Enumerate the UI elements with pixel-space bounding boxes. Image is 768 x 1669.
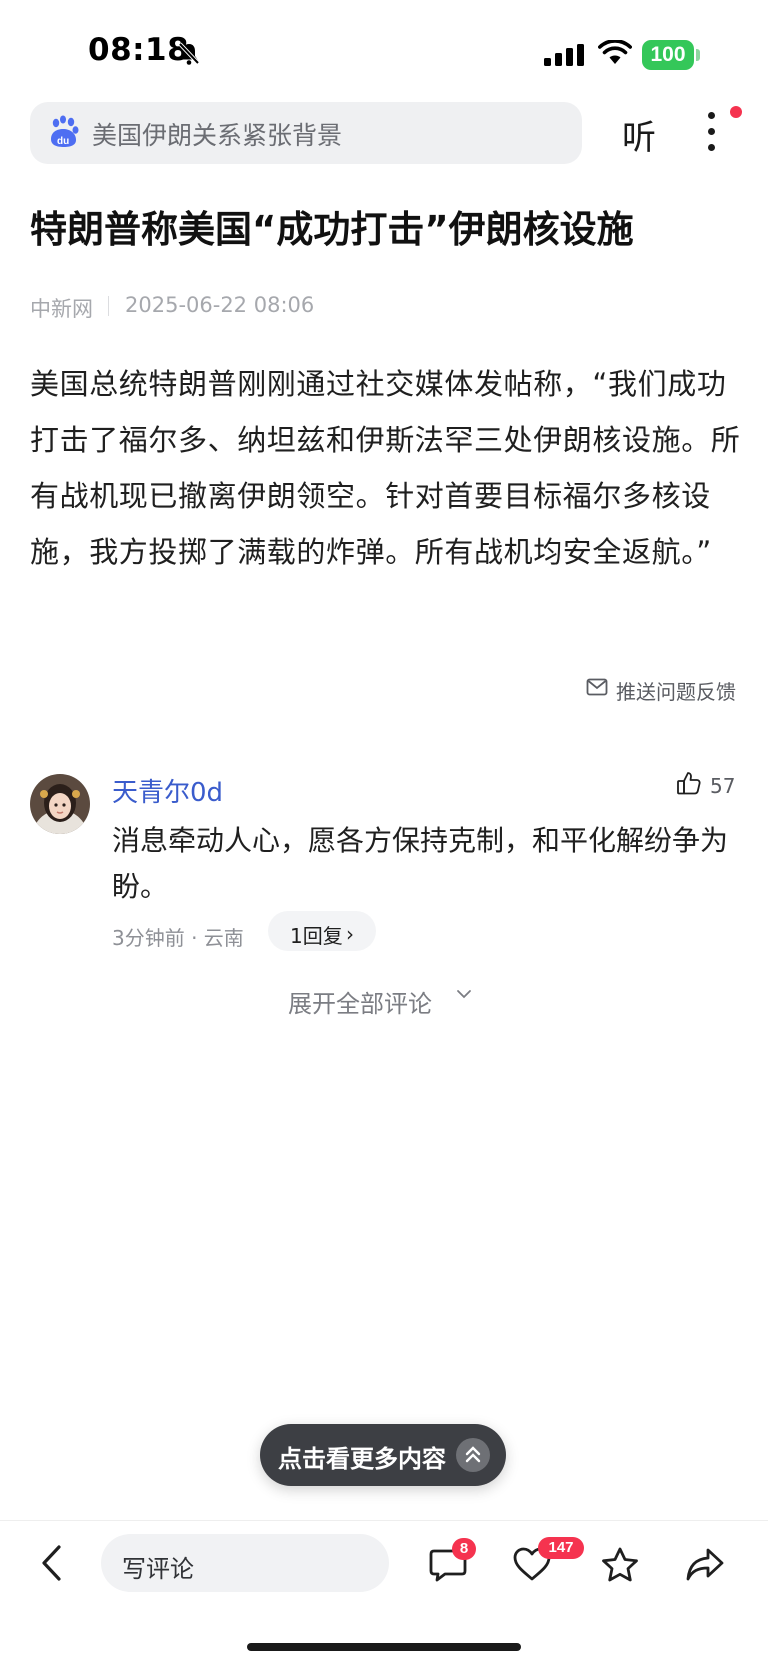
chevron-down-icon[interactable] xyxy=(456,988,472,1000)
like-count-badge: 147 xyxy=(538,1537,584,1559)
comment-time-location: 3分钟前 · 云南 xyxy=(112,926,244,950)
expand-comments-button[interactable]: 展开全部评论 xyxy=(288,984,432,1019)
signal-icon xyxy=(544,44,584,66)
bottom-bar-divider xyxy=(0,1520,768,1521)
avatar[interactable] xyxy=(30,774,90,834)
double-chevron-up-icon[interactable] xyxy=(456,1438,490,1472)
article-date: 2025-06-22 08:06 xyxy=(125,293,315,317)
battery-indicator: 100 xyxy=(642,40,694,70)
home-indicator[interactable] xyxy=(247,1643,521,1651)
article-source[interactable]: 中新网 xyxy=(30,293,93,323)
comment-input-placeholder[interactable]: 写评论 xyxy=(122,1549,194,1584)
listen-button[interactable]: 听 xyxy=(622,110,656,159)
comment-count-badge: 8 xyxy=(452,1538,476,1560)
svg-text:du: du xyxy=(57,136,69,147)
baidu-paw-icon: du xyxy=(51,115,79,147)
feedback-link[interactable]: 推送问题反馈 xyxy=(616,676,736,705)
battery-cap xyxy=(696,49,700,61)
see-more-label[interactable]: 点击看更多内容 xyxy=(278,1439,446,1474)
article-title: 特朗普称美国“成功打击”伊朗核设施 xyxy=(30,208,634,251)
reply-label[interactable]: 1回复 xyxy=(290,920,343,949)
search-query[interactable]: 美国伊朗关系紧张背景 xyxy=(92,116,342,152)
mail-icon[interactable] xyxy=(586,678,608,696)
share-icon[interactable] xyxy=(684,1546,726,1584)
article-body: 美国总统特朗普刚刚通过社交媒体发帖称，“我们成功打击了福尔多、纳坦兹和伊斯法罕三… xyxy=(30,367,741,569)
meta-divider xyxy=(108,296,109,316)
back-arrow-icon[interactable] xyxy=(40,1544,64,1582)
wifi-icon xyxy=(598,40,632,64)
comment-text: 消息牵动人心，愿各方保持克制，和平化解纷争为盼。 xyxy=(112,824,729,903)
thumbs-up-icon[interactable] xyxy=(676,770,702,796)
chevron-right-icon: › xyxy=(346,922,354,946)
star-icon[interactable] xyxy=(600,1546,640,1584)
status-time: 08:18 xyxy=(88,32,190,68)
notification-dot xyxy=(730,106,742,118)
comment-username[interactable]: 天青尔0d xyxy=(112,772,223,809)
bell-slash-icon xyxy=(178,42,200,65)
comment-like-count: 57 xyxy=(710,774,736,798)
more-vertical-icon[interactable] xyxy=(706,112,716,158)
